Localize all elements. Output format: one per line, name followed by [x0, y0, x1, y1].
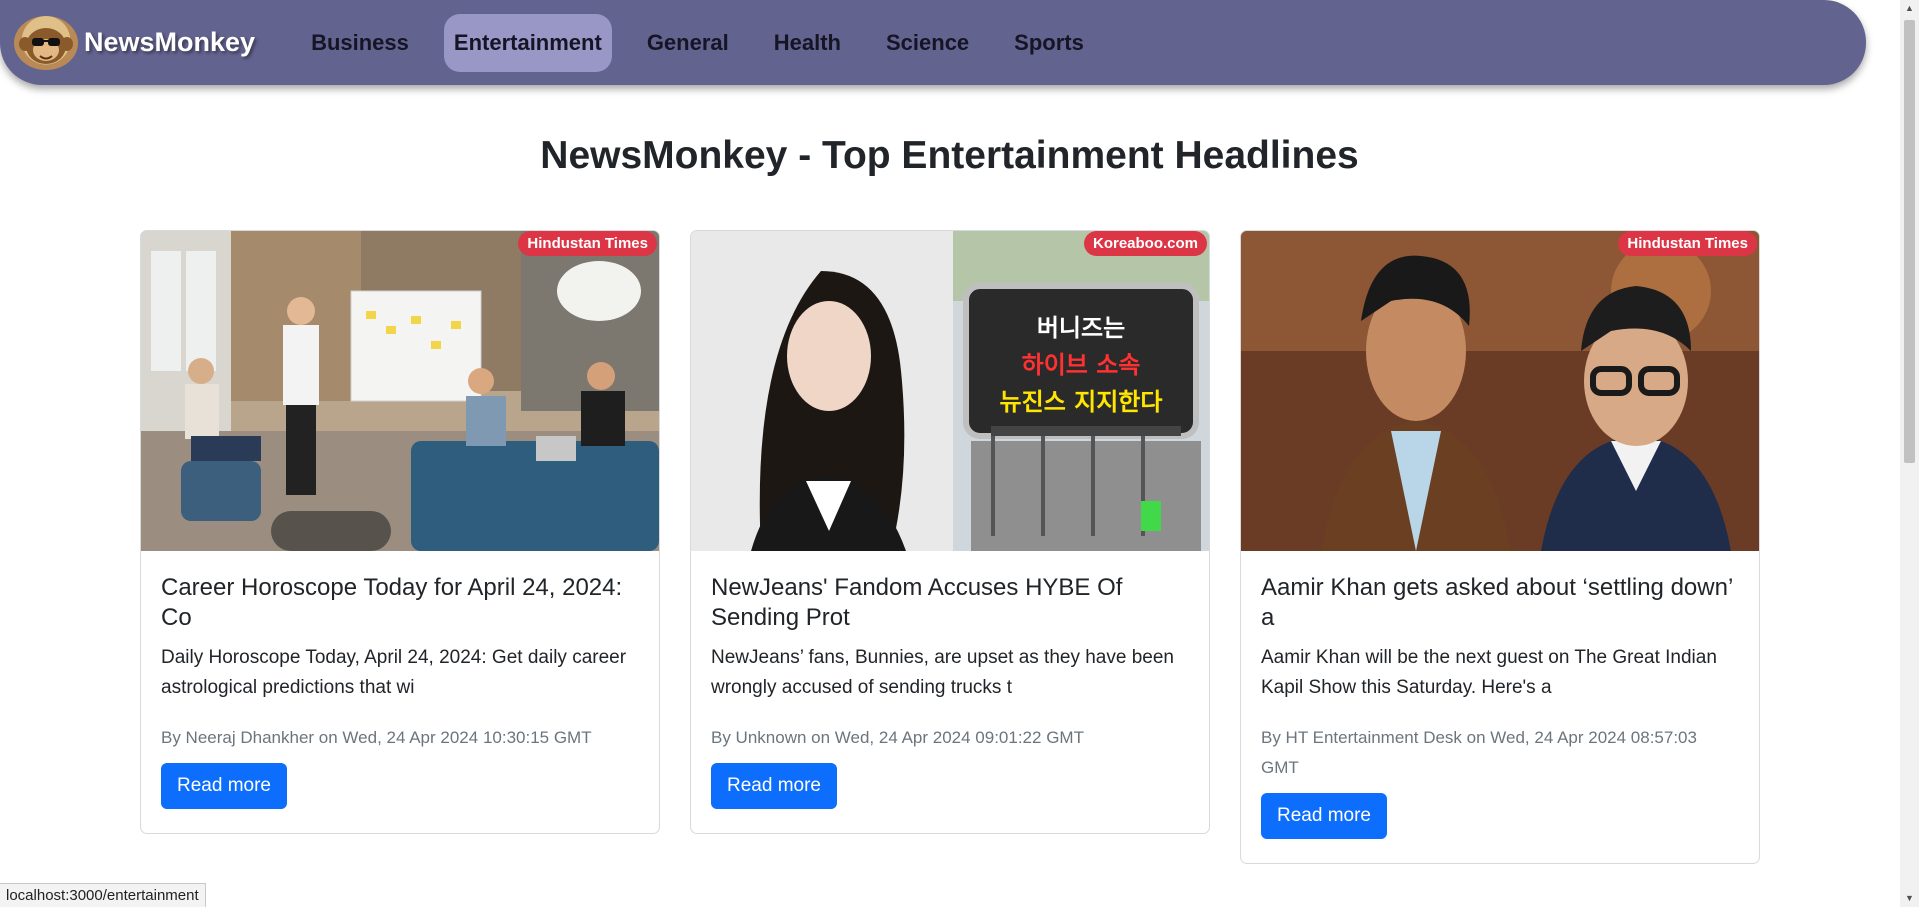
sign-line-3: 뉴진스 지지한다 [1000, 388, 1163, 416]
article-title: Aamir Khan gets asked about ‘settling do… [1261, 574, 1733, 631]
article-meta: By HT Entertainment Desk on Wed, 24 Apr … [1261, 728, 1697, 777]
article-image [1241, 231, 1759, 551]
nav-links: Business Entertainment General Health Sc… [301, 13, 1119, 72]
article-meta: By Neeraj Dhankher on Wed, 24 Apr 2024 1… [161, 728, 592, 747]
card-body: Aamir Khan gets asked about ‘settling do… [1241, 551, 1759, 863]
article-image: 버니즈는 하이브 소속 뉴진스 지지한다 [691, 231, 1209, 551]
nav-link-general[interactable]: General [637, 14, 739, 72]
sign-line-1: 버니즈는 [1037, 314, 1125, 342]
nav-link-health[interactable]: Health [764, 14, 851, 72]
card-body: Career Horoscope Today for April 24, 202… [141, 551, 659, 833]
card-body: NewJeans' Fandom Accuses HYBE Of Sending… [691, 551, 1209, 833]
status-bar-url: localhost:3000/entertainment [0, 883, 206, 907]
article-title: NewJeans' Fandom Accuses HYBE Of Sending… [711, 574, 1123, 631]
vertical-scrollbar[interactable]: ▲ ▼ [1900, 0, 1919, 907]
nav-link-sports[interactable]: Sports [1004, 14, 1094, 72]
article-description: Aamir Khan will be the next guest on The… [1261, 647, 1717, 698]
news-card: Koreaboo.com 버니즈는 하이브 소속 뉴진스 지지한다 NewJea… [690, 230, 1210, 834]
sign-line-2: 하이브 소속 [1022, 351, 1141, 379]
brand[interactable]: NewsMonkey [14, 15, 256, 70]
page-title: NewsMonkey - Top Entertainment Headlines [540, 134, 1359, 177]
nav-link-science[interactable]: Science [876, 14, 979, 72]
news-card: Hindustan Times Aamir Khan gets asked ab… [1240, 230, 1760, 864]
scroll-up-arrow-icon[interactable]: ▲ [1900, 0, 1919, 17]
scroll-down-arrow-icon[interactable]: ▼ [1900, 890, 1919, 907]
read-more-button[interactable]: Read more [711, 763, 837, 809]
source-badge: Koreaboo.com [1083, 231, 1207, 256]
source-badge: Hindustan Times [1618, 231, 1757, 256]
nav-link-business[interactable]: Business [301, 14, 419, 72]
article-description: NewJeans’ fans, Bunnies, are upset as th… [711, 647, 1174, 698]
article-meta: By Unknown on Wed, 24 Apr 2024 09:01:22 … [711, 728, 1084, 747]
navbar: NewsMonkey Business Entertainment Genera… [0, 0, 1866, 85]
read-more-button[interactable]: Read more [1261, 793, 1387, 839]
article-image [141, 231, 659, 551]
brand-name: NewsMonkey [84, 27, 256, 57]
read-more-button[interactable]: Read more [161, 763, 287, 809]
article-title: Career Horoscope Today for April 24, 202… [161, 574, 623, 631]
news-card: Hindustan Times Career Horoscope Today f… [140, 230, 660, 834]
nav-link-entertainment[interactable]: Entertainment [443, 13, 612, 72]
article-description: Daily Horoscope Today, April 24, 2024: G… [161, 647, 627, 698]
monkey-logo-icon [14, 15, 78, 70]
scroll-thumb[interactable] [1904, 20, 1915, 463]
source-badge: Hindustan Times [518, 231, 657, 256]
